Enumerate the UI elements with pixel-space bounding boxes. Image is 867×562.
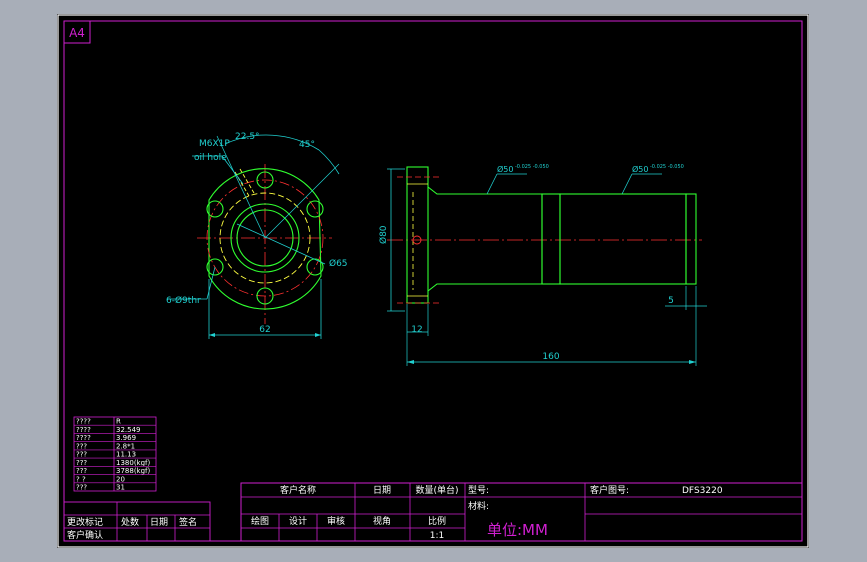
checked-label: 审核 — [327, 515, 345, 527]
spec-value: 3788(kgf) — [116, 467, 151, 475]
spec-value: 1380(kgf) — [116, 459, 151, 467]
spec-value: 3.969 — [116, 434, 136, 442]
spec-key: ??? — [76, 451, 87, 459]
approved-label: 视角 — [373, 515, 391, 527]
drawing-sheet: A4 M6X1P oil hole 22.5° 45° Ø65 6-Ø9thr … — [57, 14, 809, 548]
date-label: 日期 — [373, 485, 391, 496]
dia-2-label: Ø50 — [632, 164, 648, 174]
spec-value: 31 — [116, 484, 125, 492]
spec-key: ???? — [76, 426, 91, 434]
side-view — [387, 166, 707, 366]
place-count-label: 处数 — [121, 516, 139, 528]
spec-value: 20 — [116, 475, 125, 483]
thread-callout: M6X1P — [199, 139, 230, 149]
spec-key: ??? — [76, 484, 87, 492]
end-length-label: 5 — [668, 296, 674, 306]
model-label: 型号: — [468, 485, 489, 496]
angle-b-label: 45° — [299, 140, 315, 150]
unit-label: 单位:MM — [487, 521, 548, 539]
oil-hole-label: oil hole — [194, 153, 227, 163]
scale-value: 1:1 — [430, 531, 444, 541]
sign-label: 签名 — [179, 516, 197, 528]
drawing-number: DFS3220 — [682, 486, 723, 496]
spec-value: 11.13 — [116, 451, 136, 459]
flange-dia-label: Ø80 — [378, 225, 389, 244]
flange-thickness-label: 12 — [411, 325, 422, 335]
spec-key: ? ? — [76, 475, 86, 483]
spec-key: ??? — [76, 459, 87, 467]
dia-1-label: Ø50 — [497, 164, 513, 174]
flange-view — [167, 134, 340, 339]
bolt-circle-label: Ø65 — [329, 258, 348, 269]
dia-2-tol: -0.025 -0.050 — [650, 164, 684, 170]
spec-table: ???? R???? 32.549???? 3.969 ??? 2.8*1 ??? 11.… — [73, 416, 157, 492]
spec-value: R — [116, 418, 121, 426]
size-label: A4 — [69, 26, 85, 40]
holes-label: 6-Ø9thr — [166, 295, 201, 306]
spec-value: 2.8*1 — [116, 442, 135, 450]
inner-border — [63, 20, 803, 542]
drawn-label: 绘图 — [251, 515, 269, 527]
customer-confirm-label: 客户确认 — [67, 529, 103, 541]
customer-drawing-label: 客户图号: — [590, 484, 629, 496]
customer-name-label: 客户名称 — [280, 484, 316, 496]
width-label: 62 — [259, 325, 270, 335]
spec-key: ???? — [76, 434, 91, 442]
spec-value: 32.549 — [116, 426, 141, 434]
angle-a-label: 22.5° — [235, 132, 260, 142]
scale-label: 比例 — [428, 515, 446, 527]
designed-label: 设计 — [289, 515, 307, 527]
date-left-label: 日期 — [150, 517, 168, 528]
total-length-label: 160 — [542, 352, 559, 362]
quantity-label: 数量(单台) — [415, 484, 458, 496]
spec-key: ??? — [76, 467, 87, 475]
spec-key: ???? — [76, 418, 91, 426]
spec-key: ??? — [76, 442, 87, 450]
material-label: 材料: — [468, 500, 489, 512]
change-record-label: 更改标记 — [67, 516, 103, 528]
dia-1-tol: -0.025 -0.050 — [515, 164, 549, 170]
